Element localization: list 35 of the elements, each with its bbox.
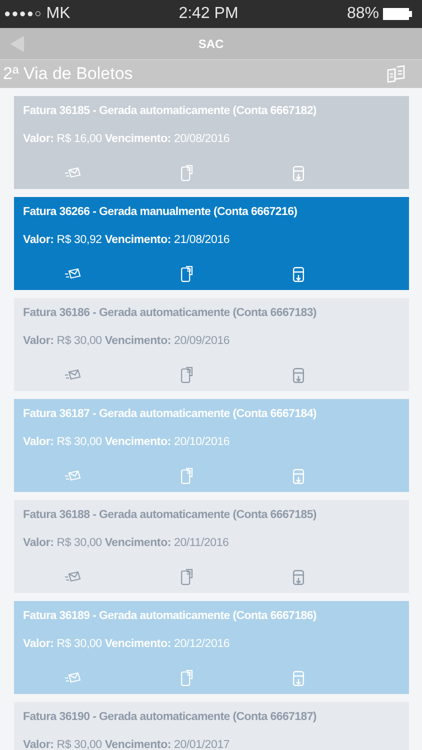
invoice-details: Valor: R$ 30,00 Vencimento: 20/01/2017 [23,739,231,750]
invoice-card[interactable]: Fatura 36190 - Gerada automaticamente (Conta 6667187) Valor: R$ 30,00 Vencimento: 20/01/2017 [14,702,409,750]
page-title: 2ª Via de Boletos [3,64,134,84]
envelope-icon[interactable] [65,571,81,583]
invoice-details: Valor: R$ 30,00 Vencimento: 20/12/2016 [23,638,231,650]
invoice-card[interactable]: Fatura 36266 - Gerada manualmente (Conta 6667216) Valor: R$ 30,92 Vencimento: 21/08/2016 [14,197,409,290]
phone-download-icon[interactable] [293,368,304,382]
invoice-details: Valor: R$ 30,92 Vencimento: 21/08/2016 [23,234,231,246]
invoice-card[interactable]: Fatura 36186 - Gerada automaticamente (Conta 6667183) Valor: R$ 30,00 Vencimento: 20/09/2016 [14,298,409,391]
invoice-title: Fatura 36188 - Gerada automaticamente (Conta 6667185) [23,509,318,521]
invoice-details: Valor: R$ 30,00 Vencimento: 20/11/2016 [23,537,230,549]
invoice-details: Valor: R$ 16,00 Vencimento: 20/08/2016 [23,133,231,145]
invoice-title: Fatura 36187 - Gerada automaticamente (Conta 6667184) [23,408,318,420]
envelope-icon[interactable] [65,268,81,280]
battery-level: 88% [346,5,379,23]
back-icon [10,36,24,52]
invoice-title: Fatura 36186 - Gerada automaticamente (Conta 6667183) [23,307,318,319]
battery-icon [382,8,413,20]
carrier: MK [46,5,70,23]
phone-document-icon[interactable] [181,569,193,585]
invoice-details: Valor: R$ 30,00 Vencimento: 20/09/2016 [23,335,231,347]
invoice-title: Fatura 36189 - Gerada automaticamente (Conta 6667186) [23,610,318,622]
documents-icon[interactable] [386,65,406,83]
invoice-details: Valor: R$ 30,00 Vencimento: 20/10/2016 [23,436,231,448]
invoice-title: Fatura 36185 - Gerada automaticamente (Conta 6667182) [23,105,318,117]
phone-download-icon[interactable] [293,570,304,584]
invoice-title: Fatura 36190 - Gerada automaticamente (Conta 6667187) [23,711,318,723]
invoice-card[interactable]: Fatura 36188 - Gerada automaticamente (Conta 6667185) Valor: R$ 30,00 Vencimento: 20/11/2016 [14,500,409,593]
invoice-title: Fatura 36266 - Gerada manualmente (Conta 6667216) [23,206,298,218]
envelope-icon[interactable] [65,369,81,381]
phone-document-icon[interactable] [181,367,193,383]
phone-document-icon[interactable] [181,266,193,282]
nav-title: SAC [198,36,224,50]
clock: 2:42 PM [178,5,240,23]
signal-strength: ●●●●○ [4,8,42,20]
